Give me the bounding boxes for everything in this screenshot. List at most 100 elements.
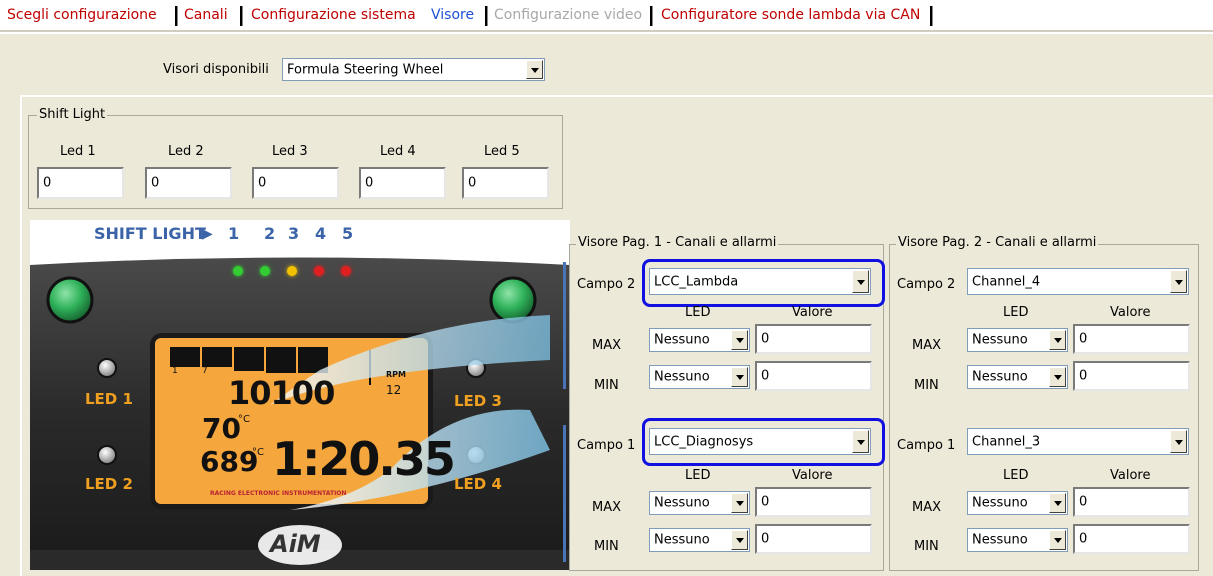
tab-separator xyxy=(930,6,933,26)
page1-campo1-max-led-select[interactable]: Nessuno xyxy=(649,491,750,515)
led4-input[interactable]: 0 xyxy=(359,167,446,199)
led-header: LED xyxy=(1003,468,1029,483)
shift-led-5 xyxy=(341,266,351,276)
input-value: 0 xyxy=(761,331,770,347)
valore-header: Valore xyxy=(792,468,833,483)
tab-separator xyxy=(485,6,488,26)
input-value: 0 xyxy=(761,494,770,510)
page2-campo1-min-led-select[interactable]: Nessuno xyxy=(967,528,1068,552)
shift-number: 5 xyxy=(342,224,354,243)
campo-label: Campo 1 xyxy=(577,438,636,453)
input-value: 0 xyxy=(43,175,52,191)
tab-visore[interactable]: Visore xyxy=(431,7,474,23)
page2-campo1-max-value[interactable]: 0 xyxy=(1073,487,1190,517)
valore-header: Valore xyxy=(1110,468,1151,483)
min-label: MIN xyxy=(594,539,619,554)
dropdown-arrow-icon[interactable] xyxy=(1049,330,1066,350)
wheel-led-label: LED 2 xyxy=(85,475,133,493)
led-label: Led 3 xyxy=(272,144,308,159)
select-value: Channel_4 xyxy=(972,274,1041,289)
highlight-box xyxy=(642,259,885,307)
tab-canali[interactable]: Canali xyxy=(184,7,228,23)
shift-led-2 xyxy=(260,266,270,276)
shift-led-3 xyxy=(287,266,297,276)
dropdown-arrow-icon[interactable] xyxy=(1049,530,1066,550)
input-value: 0 xyxy=(151,175,160,191)
tab-configuratore-sonde-lambda[interactable]: Configuratore sonde lambda via CAN xyxy=(661,7,920,23)
led-label: Led 2 xyxy=(168,144,204,159)
page1-campo2-min-value[interactable]: 0 xyxy=(755,361,872,391)
tab-divider xyxy=(0,30,1213,32)
led-header: LED xyxy=(685,468,711,483)
display-rpm-label: RPM xyxy=(386,370,406,379)
dropdown-arrow-icon[interactable] xyxy=(526,60,543,79)
input-value: 0 xyxy=(468,175,477,191)
page1-campo2-max-led-select[interactable]: Nessuno xyxy=(649,328,750,352)
led-label: Led 4 xyxy=(380,144,416,159)
wheel-led-label: LED 4 xyxy=(454,475,502,493)
dropdown-arrow-icon[interactable] xyxy=(1170,270,1187,293)
display-laptime: 1:20.35 xyxy=(272,432,456,486)
min-label: MIN xyxy=(914,539,939,554)
led3-input[interactable]: 0 xyxy=(252,167,339,199)
display-scale-mark: 7 xyxy=(202,366,208,376)
led5-input[interactable]: 0 xyxy=(462,167,549,199)
input-value: 0 xyxy=(1079,331,1088,347)
tab-scegli-configurazione[interactable]: Scegli configurazione xyxy=(7,7,157,23)
page1-campo1-min-led-select[interactable]: Nessuno xyxy=(649,528,750,552)
select-value: Channel_3 xyxy=(972,434,1041,449)
led2-input[interactable]: 0 xyxy=(145,167,232,199)
viewer-select-value: Formula Steering Wheel xyxy=(287,62,444,77)
page1-campo2-max-value[interactable]: 0 xyxy=(755,324,872,354)
select-value: Nessuno xyxy=(654,332,710,348)
page2-campo1-max-led-select[interactable]: Nessuno xyxy=(967,491,1068,515)
led1-input[interactable]: 0 xyxy=(37,167,124,199)
max-label: MAX xyxy=(592,500,622,515)
valore-header: Valore xyxy=(1110,305,1151,320)
select-value: Nessuno xyxy=(972,332,1028,348)
shift-number: 1 xyxy=(228,224,240,243)
display-brand-text: RACING ELECTRONIC INSTRUMENTATION xyxy=(210,490,347,497)
tab-configurazione-sistema[interactable]: Configurazione sistema xyxy=(251,7,416,23)
page1-campo2-min-led-select[interactable]: Nessuno xyxy=(649,365,750,389)
max-label: MAX xyxy=(592,338,622,353)
campo-label: Campo 2 xyxy=(577,277,636,292)
select-value: Nessuno xyxy=(654,532,710,548)
dropdown-arrow-icon[interactable] xyxy=(1049,493,1066,513)
page2-campo2-min-led-select[interactable]: Nessuno xyxy=(967,365,1068,389)
page2-campo1-select[interactable]: Channel_3 xyxy=(967,428,1189,455)
page1-campo1-max-value[interactable]: 0 xyxy=(755,487,872,517)
page2-campo2-min-value[interactable]: 0 xyxy=(1073,361,1190,391)
wheel-led-label: LED 3 xyxy=(454,392,502,410)
input-value: 0 xyxy=(1079,531,1088,547)
link-bar xyxy=(563,262,566,389)
page2-campo2-max-led-select[interactable]: Nessuno xyxy=(967,328,1068,352)
tab-configurazione-video: Configurazione video xyxy=(494,7,643,23)
display-temp2: 689 xyxy=(200,445,259,478)
display-temp2-unit: °C xyxy=(252,447,264,458)
dropdown-arrow-icon[interactable] xyxy=(731,330,748,350)
dropdown-arrow-icon[interactable] xyxy=(1049,367,1066,387)
dropdown-arrow-icon[interactable] xyxy=(731,530,748,550)
page2-campo2-max-value[interactable]: 0 xyxy=(1073,324,1190,354)
select-value: Nessuno xyxy=(654,495,710,511)
steering-wheel-image: SHIFT LIGHT ▶ 1 2 3 4 5 LED 1 LED 2 LED … xyxy=(30,220,570,570)
page1-campo1-min-value[interactable]: 0 xyxy=(755,524,872,554)
dropdown-arrow-icon[interactable] xyxy=(731,367,748,387)
led-header: LED xyxy=(1003,305,1029,320)
select-value: Nessuno xyxy=(654,369,710,385)
page2-campo2-select[interactable]: Channel_4 xyxy=(967,268,1189,295)
tab-separator xyxy=(650,6,653,26)
min-label: MIN xyxy=(914,378,939,393)
viewer-select[interactable]: Formula Steering Wheel xyxy=(282,58,545,81)
dropdown-arrow-icon[interactable] xyxy=(731,493,748,513)
dropdown-arrow-icon[interactable] xyxy=(1170,430,1187,453)
shift-number: 4 xyxy=(315,224,327,243)
page2-title: Visore Pag. 2 - Canali e allarmi xyxy=(896,235,1099,250)
campo-label: Campo 1 xyxy=(897,438,956,453)
input-value: 0 xyxy=(761,368,770,384)
min-label: MIN xyxy=(594,378,619,393)
led-label: Led 5 xyxy=(484,144,520,159)
page2-campo1-min-value[interactable]: 0 xyxy=(1073,524,1190,554)
aim-logo: AiM xyxy=(270,530,321,558)
